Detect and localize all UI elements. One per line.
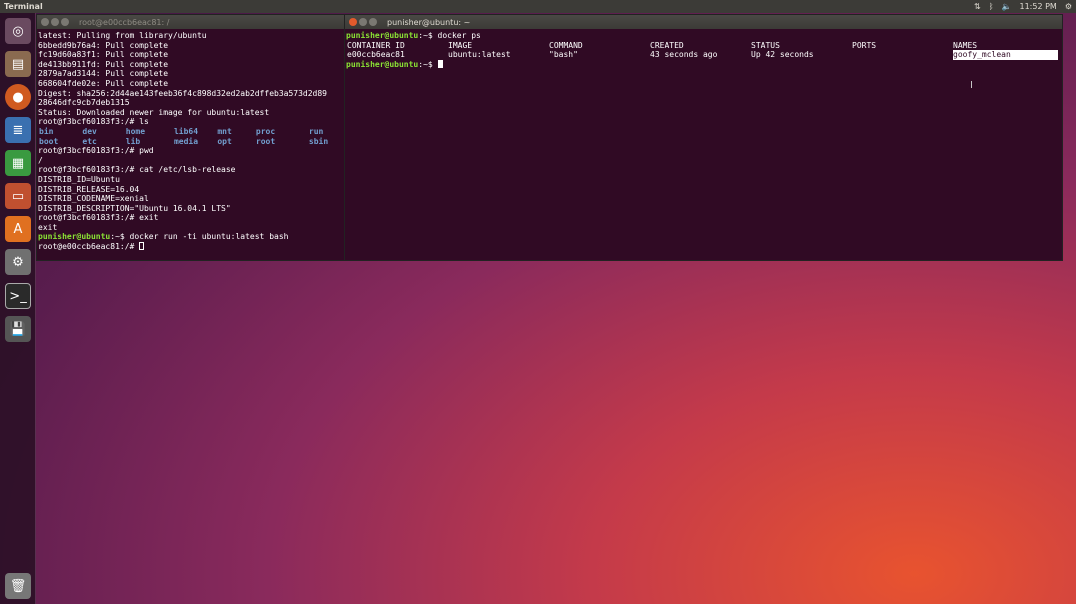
ls-entry: mnt [217,126,232,136]
minimize-button[interactable] [359,18,367,26]
terminal-line: latest: Pulling from library/ubuntu [38,31,207,40]
bluetooth-icon[interactable]: ᛒ [989,0,994,13]
floppy-icon[interactable]: 💾 [5,316,31,342]
titlebar[interactable]: punisher@ubuntu: ~ [345,15,1062,29]
column-header: COMMAND [549,40,583,50]
cursor [139,242,145,251]
ls-entry: boot [39,136,59,146]
close-button[interactable] [349,18,357,26]
table-cell: 43 seconds ago [650,50,718,60]
terminal-line: root@f3bcf60183f3:/# exit [38,213,159,223]
column-header: IMAGE [448,40,473,50]
text-cursor-icon: I [970,80,973,91]
terminal-output[interactable]: latest: Pulling from library/ubuntu 6bbed… [37,29,454,254]
terminal-line: 6bbedd9b76a4: Pull complete [38,40,169,50]
ls-entry: lib [125,136,141,146]
terminal-window-right[interactable]: punisher@ubuntu: ~ punisher@ubuntu:~$ do… [344,14,1063,261]
software-center-icon[interactable]: A [5,216,31,242]
trash-icon[interactable]: 🗑 [5,573,31,599]
app-title: Terminal [4,2,43,11]
table-cell: ubuntu:latest [448,50,511,60]
terminal-line: / [38,155,43,165]
window-title: root@e00ccb6eac81: / [79,17,170,27]
table-cell: "bash" [549,50,578,60]
clock[interactable]: 11:52 PM [1020,0,1057,13]
ls-entry: media [173,136,199,146]
maximize-button[interactable] [369,18,377,26]
ls-entry: sbin [308,136,329,146]
settings-icon[interactable]: ⚙ [5,249,31,275]
terminal-line: Digest: sha256:2d44ae143feeb36f4c898d32e… [38,88,327,98]
column-header: CONTAINER ID [347,40,405,50]
terminal-icon[interactable]: >_ [5,283,31,309]
ls-entry: etc [82,136,97,146]
terminal-window-left[interactable]: root@e00ccb6eac81: / latest: Pulling fro… [36,14,454,261]
table-cell: e00ccb6eac81 [347,50,405,60]
firefox-icon[interactable]: ● [5,84,31,110]
ls-entry: root [255,136,276,146]
top-panel: Terminal ⇅ ᛒ 🔈 11:52 PM ⚙ [0,0,1076,13]
writer-icon[interactable]: ≣ [5,117,31,143]
column-header: STATUS [751,40,780,50]
terminal-line: DISTRIB_ID=Ubuntu [38,174,120,184]
impress-icon[interactable]: ▭ [5,183,31,209]
ls-entry: bin [39,126,54,136]
column-header: CREATED [650,40,684,50]
volume-icon[interactable]: 🔈 [1002,0,1012,13]
terminal-line: 28646dfc9cb7deb1315 [38,98,130,108]
terminal-line: root@f3bcf60183f3:/# cat /etc/lsb-releas… [38,165,236,175]
table-cell: Up 42 seconds [751,50,814,60]
terminal-line: root@f3bcf60183f3:/# pwd [38,146,154,156]
terminal-line: DISTRIB_RELEASE=16.04 [38,184,140,194]
terminal-line: de413bb911fd: Pull complete [38,59,169,69]
close-button[interactable] [41,18,49,26]
calc-icon[interactable]: ▦ [5,150,31,176]
ls-entry: lib64 [173,126,199,136]
terminal-line: 668604fde02e: Pull complete [38,78,169,88]
terminal-line: fc19d60a83f1: Pull complete [38,50,169,60]
column-header: NAMES [953,40,978,50]
terminal-line: Status: Downloaded newer image for ubunt… [38,107,270,117]
gear-icon[interactable]: ⚙ [1065,0,1072,13]
prompt-user: punisher@ubuntu [38,232,111,242]
terminal-line: DISTRIB_DESCRIPTION="Ubuntu 16.04.1 LTS" [38,203,231,213]
ls-entry: opt [217,136,232,146]
window-title: punisher@ubuntu: ~ [387,17,471,27]
terminal-output[interactable]: punisher@ubuntu:~$ docker ps CONTAINER ID… [345,29,1062,71]
launcher: ◎ ▤ ● ≣ ▦ ▭ A ⚙ >_ 💾 🗑 [0,13,36,604]
terminal-line: 2879a7ad3144: Pull complete [38,69,169,79]
ls-entry: home [125,126,146,136]
column-header: PORTS [852,40,877,50]
ls-entry: dev [82,126,97,136]
terminal-line: DISTRIB_CODENAME=xenial [38,194,149,204]
terminal-line: root@f3bcf60183f3:/# ls [38,117,149,127]
table-cell: goofy_mclean [953,50,1058,60]
ubuntu-dash-icon[interactable]: ◎ [5,18,31,44]
ls-entry: proc [255,126,276,136]
minimize-button[interactable] [51,18,59,26]
files-icon[interactable]: ▤ [5,51,31,77]
network-icon[interactable]: ⇅ [974,0,981,13]
maximize-button[interactable] [61,18,69,26]
ls-entry: run [308,126,324,136]
titlebar[interactable]: root@e00ccb6eac81: / [37,15,344,29]
cursor [437,59,443,68]
